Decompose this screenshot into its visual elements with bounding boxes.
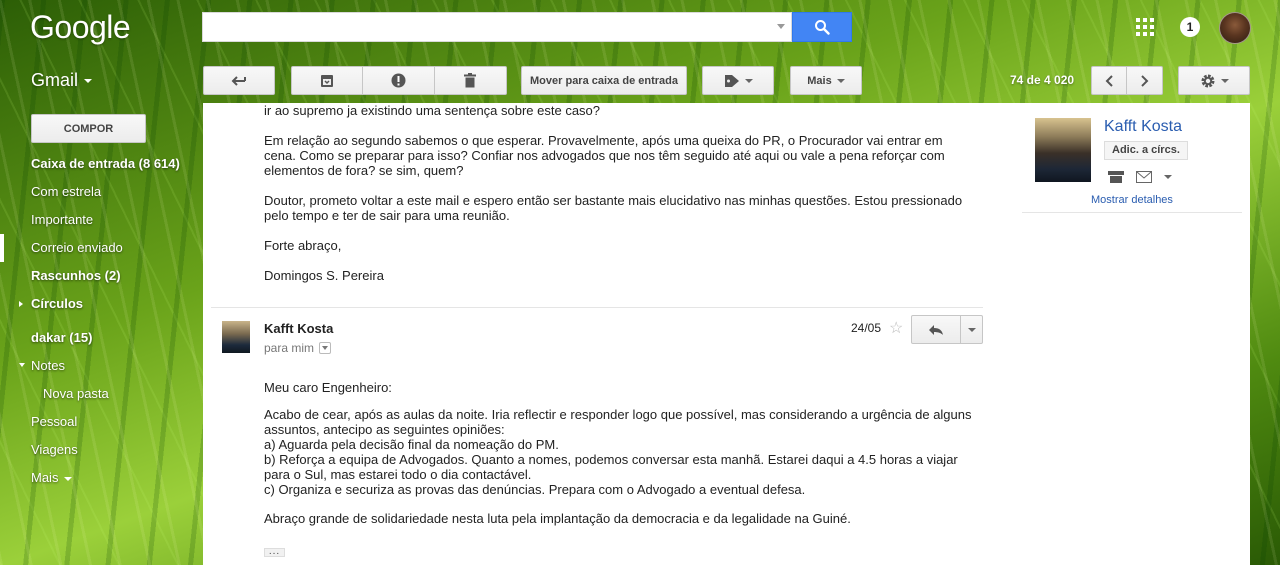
chevron-left-icon xyxy=(1105,74,1113,87)
notifications-badge[interactable]: 1 xyxy=(1180,17,1200,37)
pagination-group xyxy=(1091,66,1163,95)
previous-message-signature: Domingos S. Pereira xyxy=(264,268,384,283)
chevron-down-icon xyxy=(84,78,93,83)
sidebar-item-travel[interactable]: Viagens xyxy=(0,436,200,464)
show-details-dropdown[interactable] xyxy=(319,342,332,354)
sidebar-item-circles[interactable]: Círculos xyxy=(0,290,200,318)
previous-message-line: ir ao supremo ja existindo uma sentença … xyxy=(264,103,601,118)
arrow-left-icon xyxy=(231,75,246,86)
sender-name[interactable]: Kafft Kosta xyxy=(264,321,333,336)
trash-icon xyxy=(464,73,477,88)
gear-icon xyxy=(1201,74,1214,87)
sender-avatar[interactable] xyxy=(222,321,250,353)
more-button[interactable]: Mais xyxy=(790,66,862,95)
chevron-down-icon xyxy=(322,346,329,350)
chevron-down-icon[interactable] xyxy=(1164,175,1172,179)
sidebar-item-label: Círculos xyxy=(31,296,84,311)
chat-icon[interactable] xyxy=(1108,171,1124,183)
search-box[interactable] xyxy=(202,12,792,42)
recipient-line: para mim xyxy=(264,341,332,355)
sidebar-item-notes[interactable]: Notes xyxy=(0,352,200,380)
previous-message-paragraph: Doutor, prometo voltar a este mail e esp… xyxy=(264,193,963,223)
chevron-down-icon xyxy=(836,78,845,83)
message-body-line: Acabo de cear, após as aulas da noite. I… xyxy=(264,407,972,437)
star-icon[interactable]: ☆ xyxy=(889,318,903,338)
apps-grid-icon[interactable] xyxy=(1136,18,1154,36)
message-closing: Abraço grande de solidariedade nesta lut… xyxy=(264,511,851,526)
message-date: 24/05 xyxy=(851,321,882,335)
message-actions-group xyxy=(291,66,507,95)
sidebar-item-important[interactable]: Importante xyxy=(0,206,200,234)
alert-icon xyxy=(391,73,406,88)
reply-button[interactable] xyxy=(912,316,961,343)
previous-message-paragraph: Em relação ao segundo sabemos o que espe… xyxy=(264,133,945,178)
sidebar-item-label: Mais xyxy=(31,470,59,485)
chevron-right-icon xyxy=(1140,74,1148,87)
collapse-down-icon[interactable] xyxy=(19,363,25,367)
account-avatar[interactable] xyxy=(1219,12,1251,44)
add-to-circles-button[interactable]: Adic. a círcs. xyxy=(1104,141,1188,160)
show-details-link[interactable]: Mostrar detalhes xyxy=(1091,194,1173,206)
search-button[interactable] xyxy=(792,12,852,42)
search-options-caret-icon[interactable] xyxy=(777,24,785,29)
gmail-menu[interactable]: Gmail xyxy=(31,70,93,91)
contact-card-divider xyxy=(1022,212,1242,213)
google-logo[interactable]: Google xyxy=(30,9,131,46)
labels-button[interactable] xyxy=(702,66,774,95)
message-thread: ir ao supremo ja existindo uma sentença … xyxy=(203,103,1250,565)
contact-name[interactable]: Kafft Kosta xyxy=(1104,118,1182,136)
reply-button-group xyxy=(911,315,983,344)
newer-button[interactable] xyxy=(1092,67,1128,94)
search-icon xyxy=(815,20,830,35)
chevron-down-icon xyxy=(64,476,73,481)
contact-photo[interactable] xyxy=(1035,118,1091,182)
pagination-counter: 74 de 4 020 xyxy=(1010,73,1075,87)
more-reply-options-button[interactable] xyxy=(961,316,982,343)
app-name: Gmail xyxy=(31,70,79,90)
message-body-line: c) Organiza e securiza as provas das den… xyxy=(264,482,806,497)
compose-button[interactable]: COMPOR xyxy=(31,114,146,143)
report-spam-button[interactable] xyxy=(363,67,435,94)
search-input[interactable] xyxy=(203,13,763,41)
contact-actions xyxy=(1108,171,1172,183)
more-label: Mais xyxy=(807,74,832,87)
show-trimmed-content-button[interactable]: ... xyxy=(264,547,285,557)
sidebar-nav: Caixa de entrada (8 614) Com estrela Imp… xyxy=(0,150,200,492)
sidebar-item-personal[interactable]: Pessoal xyxy=(0,408,200,436)
chevron-down-icon xyxy=(744,78,753,83)
archive-button[interactable] xyxy=(292,67,364,94)
message-body-line: b) Reforça a equipa de Advogados. Quanto… xyxy=(264,452,958,482)
recipient-text: para mim xyxy=(264,341,315,355)
message-greeting: Meu caro Engenheiro: xyxy=(264,380,392,395)
tag-icon xyxy=(724,74,739,87)
expand-right-icon[interactable] xyxy=(19,301,23,307)
sidebar-item-inbox[interactable]: Caixa de entrada (8 614) xyxy=(0,150,200,178)
sidebar-item-dakar[interactable]: dakar (15) xyxy=(0,324,200,352)
older-button[interactable] xyxy=(1127,67,1162,94)
sidebar-item-drafts[interactable]: Rascunhos (2) xyxy=(0,262,200,290)
sidebar-item-new-folder[interactable]: Nova pasta xyxy=(0,380,200,408)
previous-message-signoff: Forte abraço, xyxy=(264,238,342,253)
sidebar-item-label: Notes xyxy=(31,358,65,373)
settings-button[interactable] xyxy=(1178,66,1250,95)
mail-icon[interactable] xyxy=(1136,171,1152,183)
archive-icon xyxy=(321,74,334,87)
message-divider xyxy=(211,307,983,308)
sidebar-item-starred[interactable]: Com estrela xyxy=(0,178,200,206)
reply-icon xyxy=(929,324,943,335)
sidebar-item-more[interactable]: Mais xyxy=(0,464,200,492)
back-button[interactable] xyxy=(203,66,275,95)
sidebar-item-sent[interactable]: Correio enviado xyxy=(0,234,200,262)
move-to-inbox-button[interactable]: Mover para caixa de entrada xyxy=(521,66,687,95)
chevron-down-icon xyxy=(967,327,976,332)
chevron-down-icon xyxy=(1220,78,1229,83)
message-body-line: a) Aguarda pela decisão final da nomeaçã… xyxy=(264,437,559,452)
delete-button[interactable] xyxy=(435,67,506,94)
